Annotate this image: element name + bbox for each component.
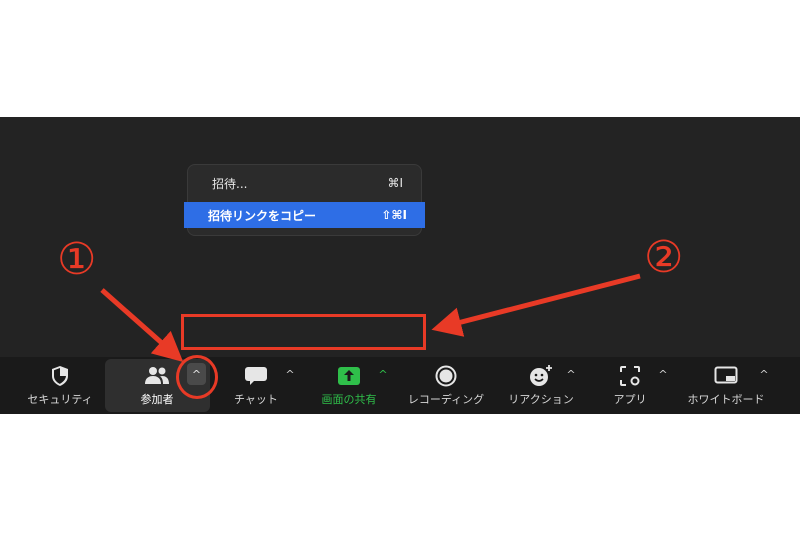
reactions-caret-button[interactable]: ^: [564, 367, 578, 381]
reactions-label: リアクション: [508, 393, 574, 406]
copy-invite-link-label: 招待リンクをコピー: [208, 208, 317, 223]
meeting-toolbar: セキュリティ 参加者 ^ チャット ^ 画面の共有 ^ レコーディング リアクシ…: [0, 357, 800, 414]
security-button[interactable]: セキュリティ: [20, 357, 100, 414]
record-label: レコーディング: [407, 393, 485, 406]
chat-button[interactable]: チャット: [220, 357, 292, 414]
annotation-number-1: ①: [57, 234, 97, 285]
chat-bubble-icon: [243, 363, 269, 389]
whiteboard-icon: [713, 363, 739, 389]
apps-caret-button[interactable]: ^: [656, 367, 670, 381]
chat-caret-button[interactable]: ^: [283, 367, 297, 381]
apps-icon: [617, 363, 643, 389]
whiteboard-label: ホワイトボード: [687, 393, 765, 406]
people-icon: [144, 363, 170, 389]
record-icon: [433, 363, 459, 389]
participants-menu: 招待... ⌘I 招待リンクをコピー ⇧⌘I: [184, 164, 425, 236]
reactions-button[interactable]: リアクション: [500, 357, 582, 414]
copy-invite-link-shortcut: ⇧⌘I: [381, 208, 407, 222]
copy-invite-link-menu-item[interactable]: 招待リンクをコピー ⇧⌘I: [184, 202, 425, 228]
annotation-number-2: ②: [644, 232, 684, 283]
record-button[interactable]: レコーディング: [400, 357, 492, 414]
share-label: 画面の共有: [321, 393, 377, 406]
invite-shortcut: ⌘I: [387, 176, 403, 190]
shield-icon: [47, 363, 73, 389]
whiteboard-button[interactable]: ホワイトボード: [678, 357, 774, 414]
share-arrow-icon: [336, 363, 362, 389]
whiteboard-caret-button[interactable]: ^: [757, 367, 771, 381]
security-label: セキュリティ: [27, 393, 93, 406]
share-caret-button[interactable]: ^: [376, 367, 390, 381]
chat-label: チャット: [234, 393, 278, 406]
apps-button[interactable]: アプリ: [598, 357, 662, 414]
participants-label: 参加者: [140, 393, 174, 406]
invite-label: 招待...: [212, 176, 248, 191]
smiley-plus-icon: [528, 363, 554, 389]
share-screen-button[interactable]: 画面の共有: [310, 357, 388, 414]
apps-label: アプリ: [613, 393, 647, 406]
participants-caret-button[interactable]: ^: [187, 363, 206, 385]
invite-menu-item[interactable]: 招待... ⌘I: [188, 170, 421, 196]
